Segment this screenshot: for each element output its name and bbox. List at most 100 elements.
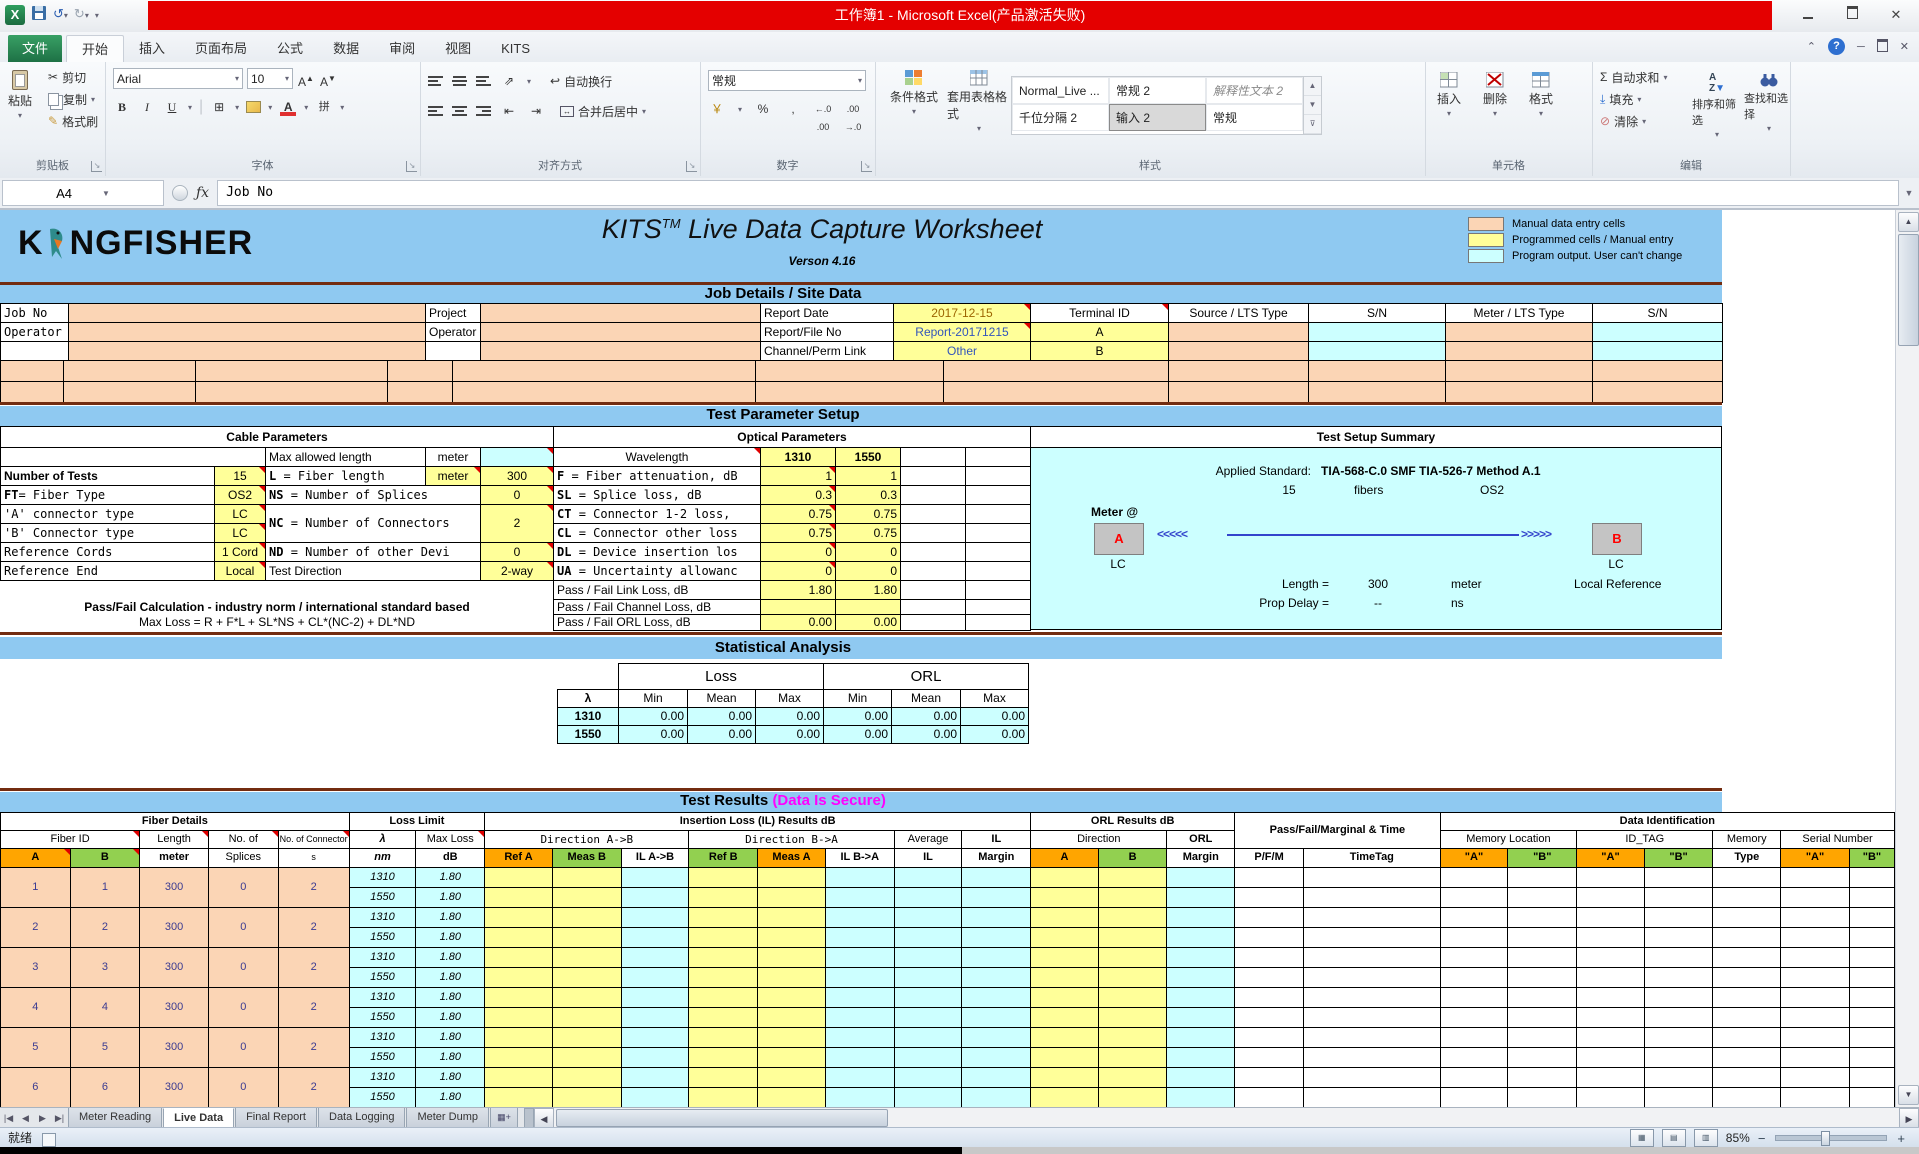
cell-empty[interactable]	[1303, 1007, 1441, 1028]
cell-empty[interactable]	[1507, 967, 1578, 988]
cell-empty[interactable]	[757, 1067, 826, 1088]
prev-sheet-icon[interactable]: ◀	[17, 1108, 34, 1128]
cell-0-75[interactable]: 0.75	[835, 504, 901, 524]
cell-empty[interactable]	[484, 1047, 553, 1068]
wavelength[interactable]: 1550	[348, 1007, 417, 1028]
cell-empty[interactable]	[1166, 867, 1236, 888]
shrink-font-button[interactable]: A▼	[319, 70, 337, 89]
wavelength[interactable]: 1550	[348, 887, 417, 908]
percent-style-icon[interactable]: %	[754, 100, 772, 118]
cell-empty[interactable]	[824, 867, 895, 888]
insert-function-icon[interactable]: ƒx	[196, 185, 209, 201]
hscroll-right-icon[interactable]: ▶	[1899, 1108, 1919, 1128]
cell-empty[interactable]	[757, 1007, 826, 1028]
cell-empty[interactable]	[1030, 887, 1099, 908]
cell-margin[interactable]: Margin	[1166, 848, 1236, 868]
cell-empty[interactable]	[965, 447, 1031, 467]
fiber-connectors[interactable]: 2	[277, 907, 350, 948]
cell-0-00[interactable]: 0.00	[755, 725, 824, 744]
cell-1550[interactable]: 1550	[835, 447, 901, 467]
cell-empty[interactable]	[1097, 867, 1168, 888]
cell-empty[interactable]	[1166, 927, 1236, 948]
cell-empty[interactable]	[551, 987, 622, 1008]
file-tab[interactable]: 文件	[8, 35, 62, 62]
cell-empty[interactable]	[688, 867, 759, 888]
cell-0[interactable]: 0	[760, 542, 836, 562]
cell-local[interactable]: Local	[214, 561, 266, 581]
cell-empty[interactable]	[551, 1047, 622, 1068]
zoom-in-icon[interactable]: +	[1897, 1131, 1905, 1146]
cell-empty[interactable]	[1303, 907, 1441, 928]
cell-empty[interactable]	[688, 947, 759, 968]
cell-λ[interactable]: λ	[557, 689, 619, 708]
decrease-indent-icon[interactable]: ⇤	[500, 102, 518, 120]
applied-standard-label[interactable]: Applied Standard:	[1111, 464, 1311, 478]
cell-empty[interactable]	[1848, 1047, 1895, 1068]
cell-empty[interactable]	[1712, 1087, 1782, 1107]
cell-connector-other-loss[interactable]: CL = Connector other loss	[553, 523, 761, 543]
fiber-length[interactable]: 300	[139, 907, 209, 948]
cell-empty[interactable]	[1780, 1047, 1850, 1068]
cell-b[interactable]: B	[1030, 341, 1169, 361]
cell-empty[interactable]	[551, 927, 622, 948]
manual-entry-cell[interactable]	[387, 360, 453, 382]
cell-empty[interactable]	[484, 927, 553, 948]
cell-empty[interactable]	[1576, 1047, 1645, 1068]
minimize-button[interactable]	[1793, 5, 1823, 25]
cell-empty[interactable]	[551, 947, 622, 968]
cell-empty[interactable]	[900, 599, 966, 615]
cell-empty[interactable]	[1848, 1067, 1895, 1088]
cell-empty[interactable]	[1439, 867, 1509, 888]
cell-empty[interactable]	[1643, 1087, 1714, 1107]
cell-a[interactable]: "A"	[1576, 848, 1645, 868]
last-sheet-icon[interactable]: ▶|	[51, 1108, 68, 1128]
cell-300[interactable]: 300	[480, 466, 554, 486]
decrease-decimal-icon[interactable]: .00 →.0	[844, 100, 862, 132]
scroll-down-icon[interactable]: ▼	[1898, 1085, 1919, 1105]
cell-empty[interactable]	[1576, 1087, 1645, 1107]
manual-entry-cell[interactable]	[755, 360, 944, 382]
borders-icon[interactable]: ⊞	[210, 98, 228, 116]
cell-empty[interactable]	[558, 664, 619, 690]
wavelength[interactable]: 1550	[348, 1087, 417, 1107]
cell-empty[interactable]	[1234, 987, 1304, 1008]
ribbon-tab-empty[interactable]: 公式	[262, 35, 318, 62]
cell-empty[interactable]	[1848, 927, 1895, 948]
cell-empty[interactable]	[551, 907, 622, 928]
cell-0-00[interactable]: 0.00	[960, 707, 1029, 726]
cell-empty[interactable]	[1445, 322, 1593, 342]
cell-empty[interactable]	[1712, 987, 1782, 1008]
cell-empty[interactable]	[551, 887, 622, 908]
cell-empty[interactable]	[1643, 1027, 1714, 1048]
cell-empty[interactable]	[965, 466, 1031, 486]
cell-empty[interactable]	[1097, 987, 1168, 1008]
cell-empty[interactable]	[620, 927, 690, 948]
cell-empty[interactable]	[1097, 1087, 1168, 1107]
cell-empty[interactable]	[1097, 927, 1168, 948]
save-button[interactable]	[31, 5, 47, 26]
cell-empty[interactable]	[1439, 907, 1509, 928]
cell-empty[interactable]	[1308, 341, 1446, 361]
worksheet-title[interactable]: KITSTM Live Data Capture Worksheet	[0, 214, 1644, 245]
cell-empty[interactable]	[757, 987, 826, 1008]
max-loss-limit[interactable]: 1.80	[415, 927, 486, 948]
cell-0-00[interactable]: 0.00	[823, 707, 892, 726]
cell-max[interactable]: Max	[960, 689, 1029, 708]
next-sheet-icon[interactable]: ▶	[34, 1108, 51, 1128]
cell-empty[interactable]	[1507, 947, 1578, 968]
fiber-connectors[interactable]: 2	[277, 1067, 350, 1107]
cell-empty[interactable]	[961, 1027, 1032, 1048]
cell-other[interactable]: Other	[893, 341, 1031, 361]
cell-empty[interactable]	[1780, 967, 1850, 988]
cell-empty[interactable]	[965, 599, 1031, 615]
cell-empty[interactable]	[1643, 1067, 1714, 1088]
align-left-icon[interactable]	[428, 105, 443, 117]
cell-empty[interactable]	[1234, 1027, 1304, 1048]
cell-splice-loss-db[interactable]: SL = Splice loss, dB	[553, 485, 761, 505]
fiber-count-unit[interactable]: fibers	[1354, 483, 1383, 497]
cell-empty[interactable]	[1780, 867, 1850, 888]
cell-empty[interactable]	[1643, 1047, 1714, 1068]
cell-empty[interactable]	[1507, 1047, 1578, 1068]
cell-empty[interactable]	[1234, 1067, 1304, 1088]
fiber-splices[interactable]: 0	[207, 867, 279, 908]
